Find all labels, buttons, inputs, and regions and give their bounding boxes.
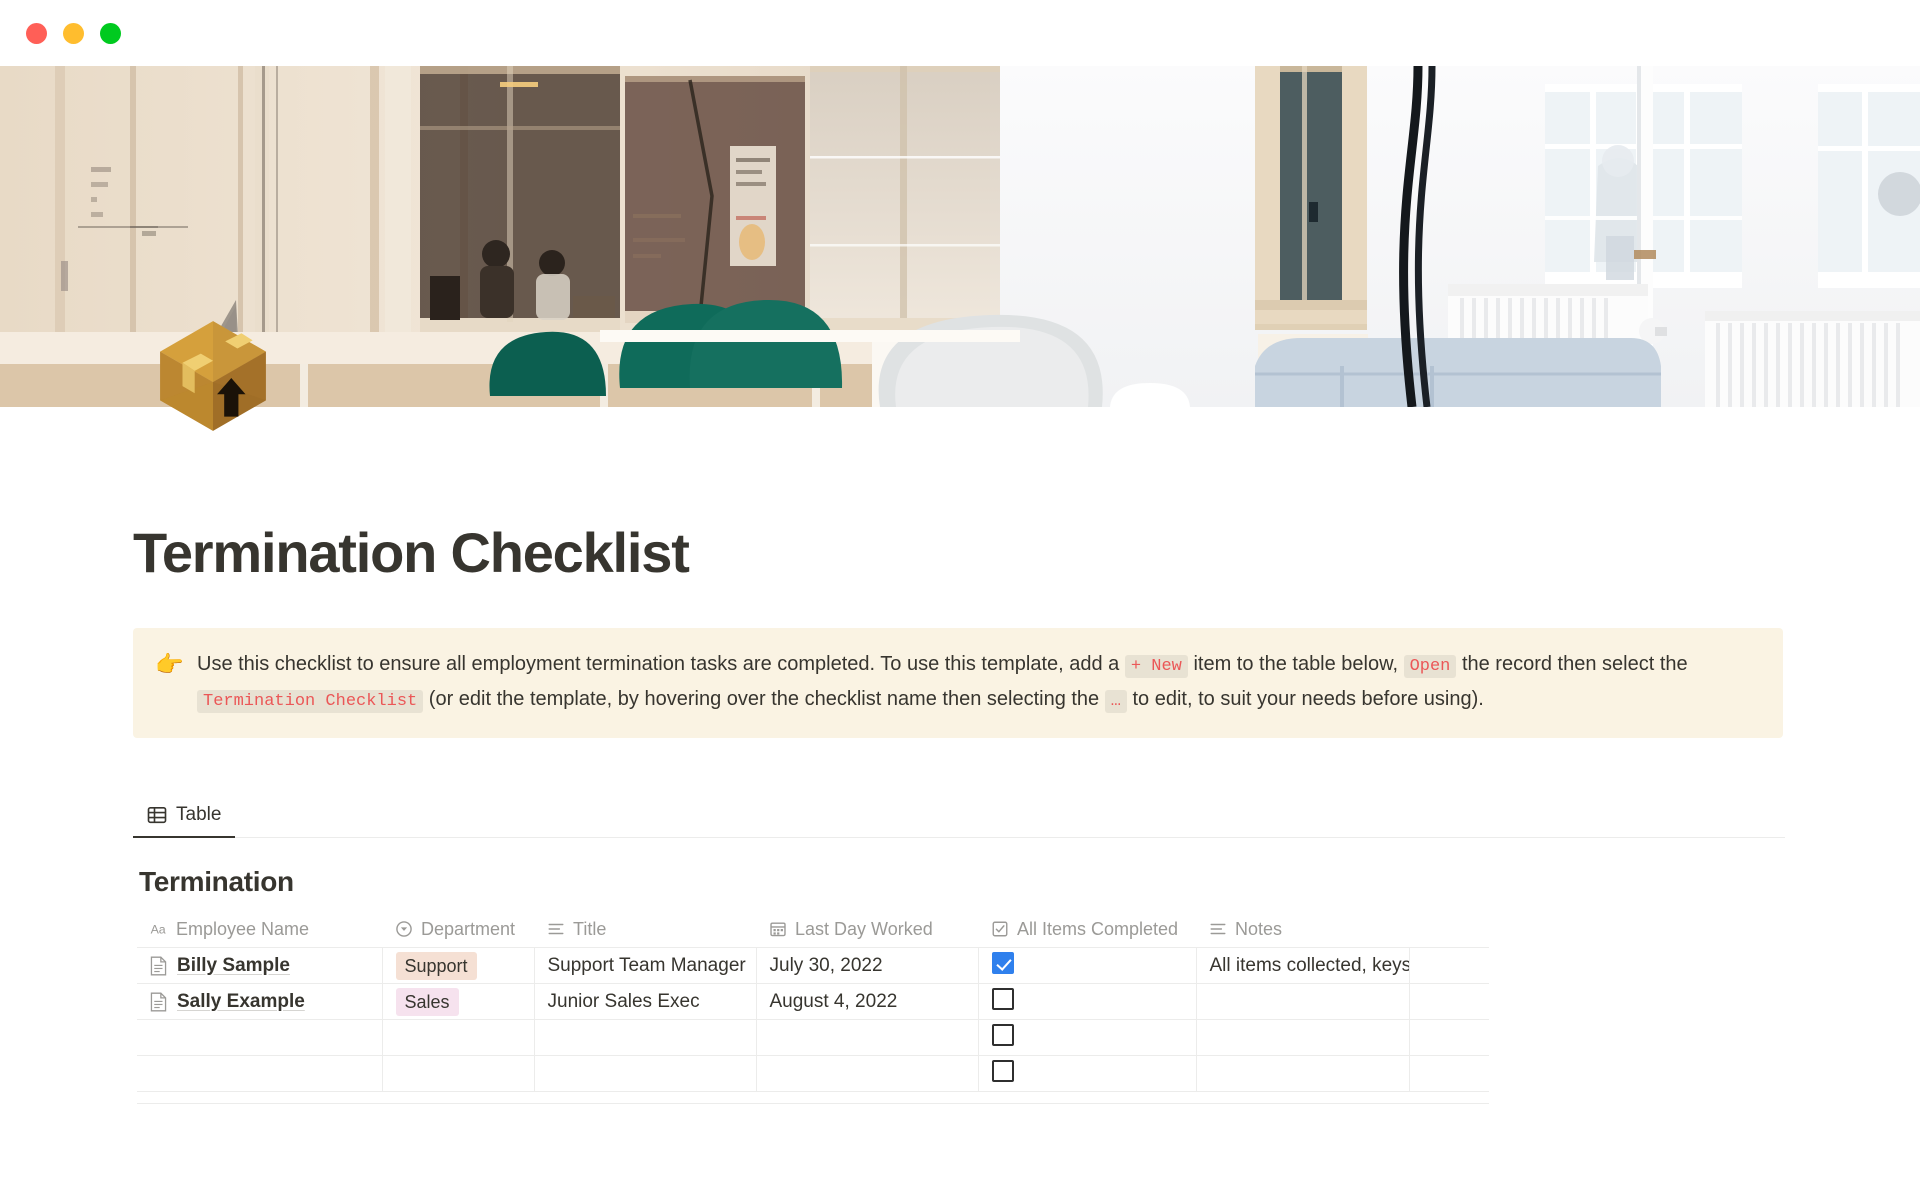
richtext-type-icon xyxy=(1210,924,1226,935)
column-header-employee-name[interactable]: Aa Employee Name xyxy=(137,911,382,949)
column-label: Notes xyxy=(1235,918,1283,939)
cell-last-day-worked[interactable] xyxy=(756,1055,979,1093)
table-row[interactable]: Billy Sample Support Support Team Manager J… xyxy=(137,947,1489,985)
cell-department[interactable] xyxy=(382,1019,535,1057)
svg-text:Aa: Aa xyxy=(151,923,166,937)
page-document-icon xyxy=(150,992,167,1012)
cell-row-end xyxy=(1409,983,1489,1021)
column-label: Title xyxy=(573,918,607,939)
cell-employee-name[interactable] xyxy=(137,1019,383,1057)
cell-title[interactable] xyxy=(534,1019,757,1057)
database-title[interactable]: Termination xyxy=(139,866,1787,898)
all-items-completed-checkbox[interactable] xyxy=(991,987,1014,1010)
cell-employee-name[interactable]: Sally Example xyxy=(137,983,383,1021)
cell-department[interactable] xyxy=(382,1055,535,1093)
cell-notes[interactable] xyxy=(1196,983,1410,1021)
column-label: All Items Completed xyxy=(1017,918,1179,939)
cell-department[interactable]: Support xyxy=(382,947,535,985)
column-header-notes[interactable]: Notes xyxy=(1196,911,1409,949)
page-icon-package[interactable] xyxy=(152,315,274,437)
cell-notes[interactable]: All items collected, keys given to Stace… xyxy=(1196,947,1410,985)
all-items-completed-checkbox[interactable] xyxy=(991,951,1014,974)
column-header-title[interactable]: Title xyxy=(534,911,756,949)
cell-all-items-completed[interactable] xyxy=(978,983,1197,1021)
cell-department[interactable]: Sales xyxy=(382,983,535,1021)
cell-title[interactable]: Support Team Manager xyxy=(534,947,757,985)
maximize-window-button[interactable] xyxy=(100,22,121,44)
tab-table[interactable]: Table xyxy=(133,798,236,838)
document-content: Termination Checklist 👉 Use this checkli… xyxy=(133,407,1787,1105)
cell-title[interactable]: Junior Sales Exec xyxy=(534,983,757,1021)
package-box-icon xyxy=(160,321,266,431)
text-type-icon: Aa xyxy=(151,923,166,937)
department-tag: Sales xyxy=(395,987,459,1016)
close-window-button[interactable] xyxy=(26,22,47,44)
richtext-type-icon xyxy=(548,924,564,935)
cell-all-items-completed[interactable] xyxy=(978,1019,1197,1057)
traffic-lights xyxy=(26,22,121,44)
cell-notes[interactable] xyxy=(1196,1019,1410,1057)
all-items-completed-checkbox[interactable] xyxy=(991,1023,1014,1046)
pointing-finger-icon: 👉 xyxy=(155,650,184,677)
minimize-window-button[interactable] xyxy=(63,22,84,44)
termination-table: Aa Employee Name Department Title Last D… xyxy=(137,911,1489,1093)
inline-code-chip: … xyxy=(1104,689,1127,713)
checkbox-type-icon xyxy=(992,921,1008,937)
table-row[interactable] xyxy=(137,1055,1489,1093)
database-view-tabs: Table xyxy=(133,798,1785,838)
inline-code-chip: Termination Checklist xyxy=(197,689,424,713)
cell-row-end xyxy=(1409,947,1489,985)
document-body: Termination Checklist 👉 Use this checkli… xyxy=(0,407,1920,1200)
cell-last-day-worked[interactable]: July 30, 2022 xyxy=(756,947,979,985)
callout-text: Use this checklist to ensure all employm… xyxy=(197,652,1688,713)
all-items-completed-checkbox[interactable] xyxy=(991,1059,1014,1082)
cell-title[interactable] xyxy=(534,1055,757,1093)
info-callout[interactable]: 👉 Use this checklist to ensure all emplo… xyxy=(133,627,1783,738)
cell-all-items-completed[interactable] xyxy=(978,947,1197,985)
cover-illustration xyxy=(0,66,1920,407)
table-row[interactable] xyxy=(137,1019,1489,1057)
window-title-bar xyxy=(0,0,1920,66)
cell-employee-name[interactable]: Billy Sample xyxy=(137,947,383,985)
row-page-link[interactable]: Sally Example xyxy=(177,991,305,1013)
column-label: Last Day Worked xyxy=(795,918,933,939)
row-page-link[interactable]: Billy Sample xyxy=(177,955,290,977)
cell-row-end xyxy=(1409,1019,1489,1057)
column-header-last-day-worked[interactable]: Last Day Worked xyxy=(756,911,978,949)
column-label: Employee Name xyxy=(176,918,310,939)
table-icon xyxy=(147,806,167,823)
select-type-icon xyxy=(396,921,412,938)
table-row[interactable]: Sally Example Sales Junior Sales Exec Augus… xyxy=(137,983,1489,1021)
tab-table-label: Table xyxy=(176,803,222,825)
column-header-add-property[interactable] xyxy=(1409,911,1489,949)
cell-employee-name[interactable] xyxy=(137,1055,383,1093)
date-type-icon xyxy=(770,922,786,937)
column-header-all-items-completed[interactable]: All Items Completed xyxy=(978,911,1196,949)
cell-notes[interactable] xyxy=(1196,1055,1410,1093)
table-header-row: Aa Employee Name Department Title Last D… xyxy=(137,911,1489,949)
column-label: Department xyxy=(421,918,516,939)
page-title[interactable]: Termination Checklist xyxy=(133,522,1787,584)
table-header: Aa Employee Name Department Title Last D… xyxy=(137,911,1489,949)
cell-last-day-worked[interactable] xyxy=(756,1019,979,1057)
table-body: Billy Sample Support Support Team Manager J… xyxy=(137,947,1489,1093)
cell-row-end xyxy=(1409,1055,1489,1093)
cell-last-day-worked[interactable]: August 4, 2022 xyxy=(756,983,979,1021)
table-footer-rule xyxy=(137,1092,1489,1105)
page-document-icon xyxy=(150,956,167,976)
inline-code-chip: + New xyxy=(1124,654,1188,678)
page-cover-image[interactable] xyxy=(0,66,1920,407)
cell-all-items-completed[interactable] xyxy=(978,1055,1197,1093)
inline-code-chip: Open xyxy=(1403,654,1457,678)
column-header-department[interactable]: Department xyxy=(382,911,534,949)
department-tag: Support xyxy=(395,951,477,980)
